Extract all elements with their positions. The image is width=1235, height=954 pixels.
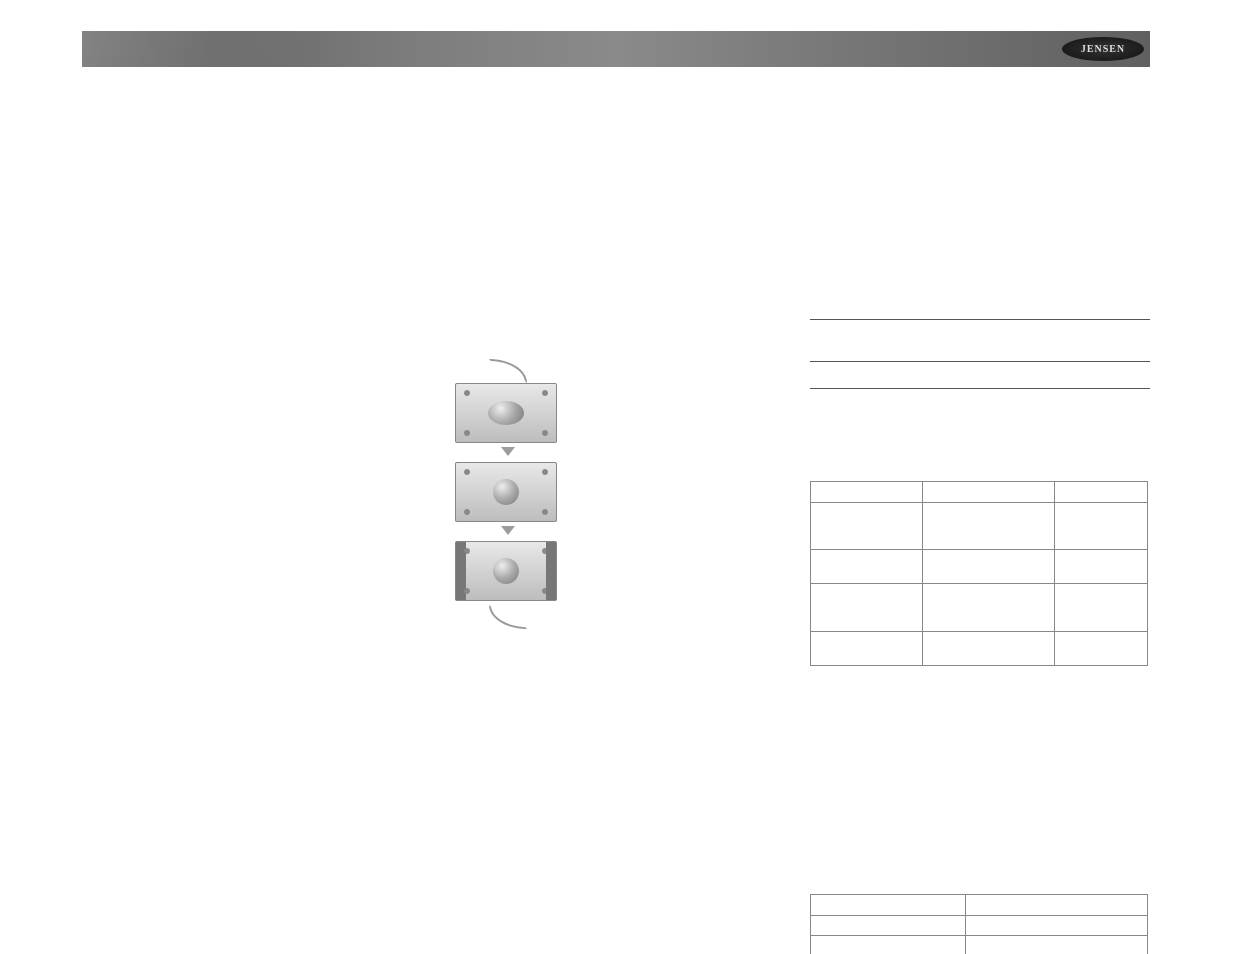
paragraph-tilt: Una característica conocida de los panel… xyxy=(82,632,422,691)
subheading-close: Cerrar el Monitor TFT xyxy=(82,219,422,234)
paragraph-choose: Presione los botones o (28) para selecci… xyxy=(810,210,1150,240)
table-header-row: Parámetros Ajustables Rango Ajustable xyxy=(811,895,1148,916)
aspect-standby-heading: STANDBY xyxy=(575,544,780,559)
paragraph-close: Presione el botón OPEN ( ) (29) nuevamen… xyxy=(82,236,422,281)
section-title: UTILIZACIÓN DEL MONITOR TFT xyxy=(82,78,441,104)
paragraph-pos-step2: 2. El monitor se moverá paso a paso, hor… xyxy=(445,183,785,213)
eject-icon: ⏏ xyxy=(228,186,237,197)
aspect-normal-paragraph: Se muestra en toda la pantalla una image… xyxy=(575,460,780,534)
arrow-down-icon xyxy=(501,447,515,456)
page-number: 56 xyxy=(611,924,623,936)
callout-default-value: El valor predeterminado de fábrica para … xyxy=(810,362,1150,389)
aspect-normal-heading: NORMAL xyxy=(575,443,780,458)
table-row: Monitor cargándose horizontalmenteEl mon… xyxy=(811,550,1148,584)
swirl-top-icon xyxy=(489,359,527,383)
list-auto-off: • "Off" (Apagado): El TFT vuelve a la po… xyxy=(94,409,422,439)
heading-open-close: Abrir/Cerrar Monitor TFT xyxy=(82,122,422,137)
table-header-row: Obstrucción Protección Reanudar xyxy=(811,482,1148,503)
column-3: Configuración de Imagen Para entrar al m… xyxy=(810,112,1150,954)
table-row: Monitor descargándose horizontalmenteEl … xyxy=(811,502,1148,550)
heading-auto-open: Abrir Automáticamente el TFT xyxy=(82,291,422,306)
paragraph-adjust: Una vez que se visualice la opción desea… xyxy=(810,267,1150,312)
subheading-freeze: Congelamiento Debido a Baja Temperatura xyxy=(810,726,1150,741)
aspect-full-screen-icon xyxy=(455,383,557,443)
brand-logo-badge: JENSEN xyxy=(1062,37,1144,61)
paragraph-pos-intro: El monitor se puede mover horizontalment… xyxy=(445,112,785,142)
heading-mechanism: Mecanismo de Movimiento del Monitor xyxy=(810,399,1150,414)
arrow-down-icon xyxy=(501,526,515,535)
aspect-illustration: Presione nuevamente ⏏ xyxy=(455,359,561,639)
swirl-bottom-icon xyxy=(489,605,527,629)
double-chevron-down-icon: ︾ xyxy=(650,143,660,154)
heading-tilt: Ángulo de Inclinación del Monitor xyxy=(82,615,422,630)
subheading-open: Abrir el Monitor TFT xyxy=(82,147,422,162)
double-chevron-up-icon: ︽ xyxy=(195,739,205,750)
double-chevron-down-icon: ︾ xyxy=(215,739,225,750)
page: VM9214 JENSEN UTILIZACIÓN DEL MONITOR TF… xyxy=(0,0,1235,954)
paragraph-parameters: Los parámetros de ajuste de audio y vide… xyxy=(810,859,1150,889)
paragraph-pos-step1: 1. Presione y mantenga presionado el bot… xyxy=(445,148,785,178)
list-auto-on: • "On" (Encendido): El TFT se abre autom… xyxy=(94,374,422,404)
column-1: Abrir/Cerrar Monitor TFT Abrir el Monito… xyxy=(82,112,422,852)
heading-aspect: Relación de Aspecto xyxy=(445,306,785,321)
table-row: Monitor retrayéndose verticalmenteEl mon… xyxy=(811,631,1148,665)
subheading-adjust: Ajuste de una Opción de Imagen xyxy=(810,250,1150,265)
aspect-normal-screen-icon xyxy=(455,541,557,601)
column-2: El monitor se puede mover horizontalment… xyxy=(445,112,785,954)
paragraph-tft-closed: Cuando el monitor TFT está cerrado la un… xyxy=(82,501,422,605)
paragraph-source-1: Presione el botón SRC (4) en el panel fr… xyxy=(445,866,785,911)
aspect-standby-paragraph: La pantalla se vuelve negra. Toque la pa… xyxy=(575,561,780,606)
subheading-tilt-step: Ajuste Gradual de la Inclinación xyxy=(82,702,422,717)
subheading-tilt-cont: Ajuste Continuo de la Inclinación xyxy=(82,770,422,785)
note-horizontal-position: NOTA: Si el monitor está en una posición… xyxy=(473,222,785,296)
banner-highlight xyxy=(82,31,302,67)
eject-icon: ⏏ xyxy=(228,258,237,269)
page-banner: VM9214 JENSEN xyxy=(82,31,1150,67)
mechanism-table: Obstrucción Protección Reanudar Monitor … xyxy=(810,481,1148,666)
parameters-table: Parámetros Ajustables Rango Ajustable En… xyxy=(810,894,1148,954)
subheading-choose: Selección de una Opción de Imagen para A… xyxy=(810,193,1150,208)
heading-picture-settings: Configuración de Imagen xyxy=(810,122,1150,137)
paragraph-tilt-cont: Presione y mantenga presionado los boton… xyxy=(82,787,422,846)
paragraph-tilt-step: Presione los botones / (29) (o presione … xyxy=(82,718,422,763)
paragraph-enter-pic: Para entrar al modo de control de imagen… xyxy=(810,139,1150,184)
aspect-full-paragraph: Se extiende la pantalla completa a una r… xyxy=(575,369,780,414)
table-row: Entrada de video traseraNormal, Camera xyxy=(811,915,1148,936)
paragraph-freeze: En caso de que ocurra un congelamiento d… xyxy=(810,743,1150,832)
table-row: Abrir Automáticamente el TFTOn, Off, Man… xyxy=(811,936,1148,954)
table-row: Monitor extendiéndose verticalmenteEl mo… xyxy=(811,584,1148,632)
aspect-full-heading: FULL xyxy=(575,352,780,367)
callout-timeout: Las opciones se visualizan durante seis … xyxy=(810,319,1150,361)
brand-logo-text: JENSEN xyxy=(1081,44,1125,55)
list-auto-manual: • "Manual": El TFT debe abrirse manualme… xyxy=(94,445,422,475)
double-chevron-up-icon: ︽ xyxy=(619,143,629,154)
paragraph-mechanism-resume: Luego de aplicar la medida de protección… xyxy=(810,672,1150,717)
heading-tft-closed: Control con el TFT Cerrado xyxy=(82,485,422,500)
paragraph-open: Presione el botón OPEN ( ) (29) en el pa… xyxy=(82,164,422,209)
heading-parameters: Parámetros de Ajuste xyxy=(810,842,1150,857)
paragraph-mechanism: Si una obstrucción se interpone en el tr… xyxy=(810,416,1150,475)
aspect-mid-screen-icon xyxy=(455,462,557,522)
heading-source: Fuente de Reproducción xyxy=(445,849,785,864)
paragraph-auto-open: En la opción "TFT AUTO OPEN (APERTURA AU… xyxy=(82,308,422,367)
